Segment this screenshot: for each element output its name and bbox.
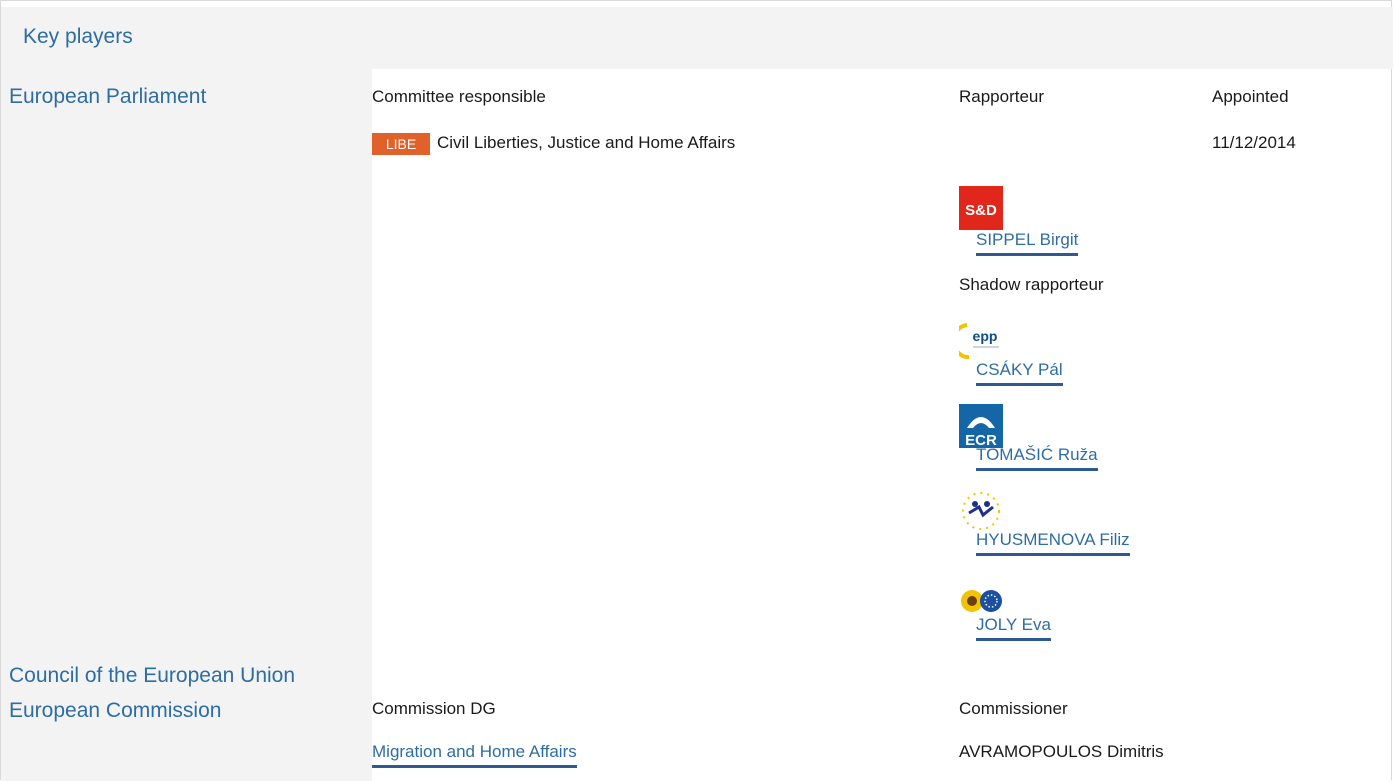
col-committee-header: Committee responsible bbox=[372, 87, 546, 106]
col-appointed-header: Appointed bbox=[1212, 87, 1289, 106]
group-logo-icon bbox=[959, 489, 1003, 533]
col-dg-header: Commission DG bbox=[372, 699, 496, 718]
committee-badge: LIBE bbox=[372, 133, 430, 155]
epp-logo-text: epp bbox=[973, 328, 998, 344]
shadow-link-csaky[interactable]: CSÁKY Pál bbox=[976, 360, 1063, 386]
institution-council[interactable]: Council of the European Union bbox=[9, 664, 295, 688]
sd-logo-text: S&D bbox=[965, 202, 997, 219]
appointed-date: 11/12/2014 bbox=[1212, 133, 1296, 152]
sd-group-logo-icon: S&D bbox=[959, 186, 1003, 230]
institution-commission[interactable]: European Commission bbox=[9, 699, 221, 723]
institution-parliament[interactable]: European Parliament bbox=[9, 85, 206, 109]
rapporteur-link[interactable]: SIPPEL Birgit bbox=[976, 230, 1079, 256]
shadow-link-joly[interactable]: JOLY Eva bbox=[976, 615, 1051, 641]
epp-group-logo-icon: epp bbox=[959, 319, 1003, 363]
key-players-panel: Key players European Parliament Council … bbox=[0, 0, 1393, 781]
shadow-rapporteur-label: Shadow rapporteur bbox=[959, 275, 1104, 294]
col-commissioner-header: Commissioner bbox=[959, 699, 1068, 718]
commissioner-name: AVRAMOPOULOS Dimitris bbox=[959, 742, 1164, 761]
ecr-group-logo-icon: ECR bbox=[959, 404, 1003, 448]
greens-efa-group-logo-icon bbox=[959, 584, 1003, 618]
commission-dg-link[interactable]: Migration and Home Affairs bbox=[372, 742, 577, 768]
committee-name: Civil Liberties, Justice and Home Affair… bbox=[437, 133, 736, 152]
panel-title: Key players bbox=[23, 25, 133, 48]
shadow-link-hyusmenova[interactable]: HYUSMENOVA Filiz bbox=[976, 530, 1130, 556]
col-rapporteur-header: Rapporteur bbox=[959, 87, 1045, 106]
panel-header: Key players bbox=[1, 7, 1393, 69]
shadow-link-tomasic[interactable]: TOMAŠIĆ Ruža bbox=[976, 445, 1098, 471]
